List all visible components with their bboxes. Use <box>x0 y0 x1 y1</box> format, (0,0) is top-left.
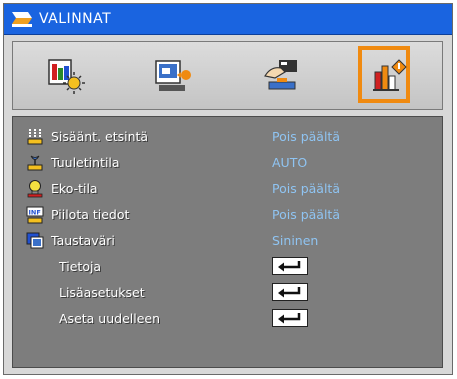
advanced-enter-button[interactable] <box>272 283 308 301</box>
tab-display[interactable] <box>121 42 225 109</box>
menu-options-icon <box>12 12 32 27</box>
hide-info-icon: INF <box>26 206 44 224</box>
options-menu-window: VALINNAT Sisäänt. etsintä Pois päältä Tu… <box>3 3 453 375</box>
option-hide-info[interactable]: INF Piilota tiedot Pois päältä <box>13 202 442 228</box>
options-chart-icon <box>373 58 407 91</box>
reset-enter-button[interactable] <box>272 309 308 327</box>
eco-mode-value[interactable]: Pois päältä <box>272 181 340 196</box>
tab-image[interactable] <box>13 42 117 109</box>
information-label: Tietoja <box>59 259 102 274</box>
tab-options[interactable] <box>337 42 441 109</box>
option-fan-mode[interactable]: Tuuletintila AUTO <box>13 150 442 176</box>
display-settings-icon <box>155 59 191 91</box>
source-lock-icon <box>27 129 43 145</box>
enter-icon <box>278 313 301 324</box>
option-background-color[interactable]: Taustaväri Sininen <box>13 228 442 254</box>
fan-mode-value[interactable]: AUTO <box>272 155 307 170</box>
option-source-lock[interactable]: Sisäänt. etsintä Pois päältä <box>13 124 442 150</box>
eco-lamp-icon <box>27 180 43 198</box>
hide-info-value[interactable]: Pois päältä <box>272 207 340 222</box>
tab-setup[interactable] <box>229 42 333 109</box>
image-settings-icon <box>48 58 85 94</box>
background-color-value[interactable]: Sininen <box>272 233 318 248</box>
option-reset[interactable]: Aseta uudelleen <box>13 306 442 332</box>
source-lock-value[interactable]: Pois päältä <box>272 129 340 144</box>
page-title: VALINNAT <box>39 11 112 27</box>
advanced-label: Lisäasetukset <box>59 285 145 300</box>
hide-info-label: Piilota tiedot <box>51 207 130 222</box>
background-color-icon <box>26 232 44 249</box>
option-information[interactable]: Tietoja <box>13 254 442 280</box>
enter-icon <box>278 287 301 298</box>
option-advanced[interactable]: Lisäasetukset <box>13 280 442 306</box>
fan-mode-icon <box>27 155 43 171</box>
option-eco-mode[interactable]: Eko-tila Pois päältä <box>13 176 442 202</box>
setup-hand-icon <box>264 59 297 89</box>
information-enter-button[interactable] <box>272 257 308 275</box>
reset-label: Aseta uudelleen <box>59 311 161 326</box>
enter-icon <box>278 261 301 272</box>
eco-mode-label: Eko-tila <box>51 181 98 196</box>
svg-text:INF: INF <box>29 209 41 217</box>
tab-bar <box>12 41 443 110</box>
options-panel: Sisäänt. etsintä Pois päältä Tuuletintil… <box>12 116 443 368</box>
background-color-label: Taustaväri <box>51 233 115 248</box>
fan-mode-label: Tuuletintila <box>51 155 120 170</box>
source-lock-label: Sisäänt. etsintä <box>51 129 149 144</box>
title-bar: VALINNAT <box>4 4 452 35</box>
